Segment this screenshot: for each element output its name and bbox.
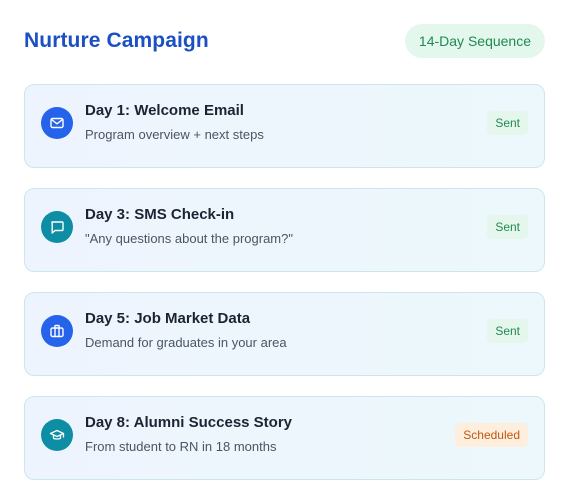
graduation-cap-icon [41,419,73,451]
step-title: Day 5: Job Market Data [85,310,251,327]
step-title: Day 8: Alumni Success Story [85,414,293,431]
step-card-day-8[interactable]: Day 8: Alumni Success Story From student… [24,396,545,480]
chat-icon [41,211,73,243]
status-badge: Scheduled [455,423,528,447]
page-title: Nurture Campaign [24,29,209,52]
briefcase-icon [41,315,73,347]
step-card-day-1[interactable]: Day 1: Welcome Email Program overview + … [24,84,545,168]
step-subtitle: From student to RN in 18 months [85,439,277,454]
step-subtitle: Program overview + next steps [85,127,264,142]
mail-icon [41,107,73,139]
step-title: Day 3: SMS Check-in [85,206,235,223]
sequence-badge: 14-Day Sequence [404,24,545,58]
step-card-day-3[interactable]: Day 3: SMS Check-in "Any questions about… [24,188,545,272]
header: Nurture Campaign 14-Day Sequence [24,24,545,58]
step-card-day-5[interactable]: Day 5: Job Market Data Demand for gradua… [24,292,545,376]
status-badge: Sent [487,215,528,239]
campaign-panel: Nurture Campaign 14-Day Sequence Day 1: … [0,0,569,492]
status-badge: Sent [487,111,528,135]
status-badge: Sent [487,319,528,343]
step-title: Day 1: Welcome Email [85,102,244,119]
step-subtitle: Demand for graduates in your area [85,335,287,350]
step-subtitle: "Any questions about the program?" [85,231,293,246]
step-list: Day 1: Welcome Email Program overview + … [24,84,545,492]
